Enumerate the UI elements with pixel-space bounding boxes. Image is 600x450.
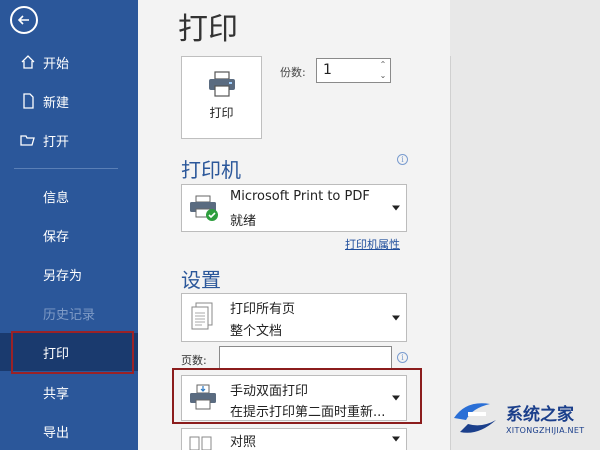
sidebar-divider	[14, 168, 118, 169]
printer-icon	[209, 71, 235, 97]
preview-divider	[450, 56, 451, 450]
dropdown-arrow-icon	[392, 205, 400, 211]
print-panel: 打印 打印 份数: 1 ⌃ ⌄ 打印机 i Microsoft Print to…	[138, 0, 450, 450]
collate-main: 对照	[230, 435, 257, 450]
watermark-logo-icon	[454, 403, 496, 433]
printer-select[interactable]: Microsoft Print to PDF 就绪	[181, 184, 407, 232]
backstage-sidebar: 开始 新建 打开 信息 保存 另存为 历史记录 打印 共享 导出	[0, 0, 138, 450]
print-range-select[interactable]: 打印所有页 整个文档	[181, 293, 407, 342]
page-title: 打印	[178, 12, 238, 47]
sidebar-item-label: 打开	[43, 134, 70, 150]
copies-stepper[interactable]: 1 ⌃ ⌄	[316, 58, 391, 83]
printer-section-title: 打印机	[181, 158, 241, 182]
sidebar-item-save[interactable]: 保存	[0, 216, 138, 254]
highlight-box-print	[11, 331, 134, 374]
sidebar-item-label: 开始	[43, 56, 70, 72]
folder-open-icon	[20, 135, 35, 146]
spin-up-icon[interactable]: ⌃	[378, 60, 388, 70]
highlight-box-duplex	[172, 368, 422, 424]
dropdown-arrow-icon	[392, 436, 400, 442]
sidebar-item-new[interactable]: 新建	[0, 82, 138, 120]
print-button[interactable]: 打印	[181, 56, 262, 139]
sidebar-item-label: 信息	[43, 190, 70, 206]
sidebar-item-history: 历史记录	[0, 294, 138, 332]
site-watermark: 系统之家 XITONGZHIJIA.NET	[448, 396, 600, 442]
sidebar-item-open[interactable]: 打开	[0, 121, 138, 159]
pages-icon	[191, 302, 213, 329]
sidebar-item-label: 新建	[43, 95, 70, 111]
sidebar-item-save-as[interactable]: 另存为	[0, 255, 138, 293]
sidebar-item-export[interactable]: 导出	[0, 412, 138, 450]
sidebar-item-info[interactable]: 信息	[0, 177, 138, 215]
collate-icon	[189, 436, 212, 450]
copies-label: 份数:	[280, 66, 306, 79]
new-document-icon	[23, 93, 34, 109]
sidebar-item-label: 共享	[43, 386, 70, 402]
spin-down-icon[interactable]: ⌄	[378, 71, 388, 81]
printer-ready-icon	[190, 195, 218, 221]
back-arrow-icon	[17, 15, 29, 25]
printer-properties-link[interactable]: 打印机属性	[345, 236, 400, 252]
dropdown-arrow-icon	[392, 315, 400, 320]
collate-select[interactable]: 对照	[181, 428, 407, 450]
print-range-sub: 整个文档	[230, 324, 283, 339]
print-preview-area	[450, 0, 600, 450]
info-icon[interactable]: i	[397, 154, 408, 165]
settings-section-title: 设置	[181, 268, 221, 292]
print-range-main: 打印所有页	[230, 302, 296, 317]
printer-status: 就绪	[230, 214, 257, 229]
print-button-label: 打印	[209, 106, 234, 120]
sidebar-item-share[interactable]: 共享	[0, 373, 138, 411]
sidebar-item-label: 历史记录	[43, 307, 96, 323]
sidebar-item-label: 导出	[43, 425, 70, 441]
home-icon	[21, 55, 35, 69]
sidebar-item-label: 保存	[43, 229, 70, 245]
info-icon[interactable]: i	[397, 352, 408, 363]
copies-value: 1	[323, 62, 332, 78]
watermark-url: XITONGZHIJIA.NET	[506, 426, 585, 435]
sidebar-item-label: 另存为	[43, 268, 83, 284]
sidebar-item-home[interactable]: 开始	[0, 43, 138, 81]
pages-input[interactable]	[219, 346, 392, 370]
printer-name: Microsoft Print to PDF	[230, 189, 370, 204]
watermark-title: 系统之家	[506, 405, 574, 425]
pages-label: 页数:	[181, 354, 207, 367]
back-button[interactable]	[10, 6, 38, 34]
